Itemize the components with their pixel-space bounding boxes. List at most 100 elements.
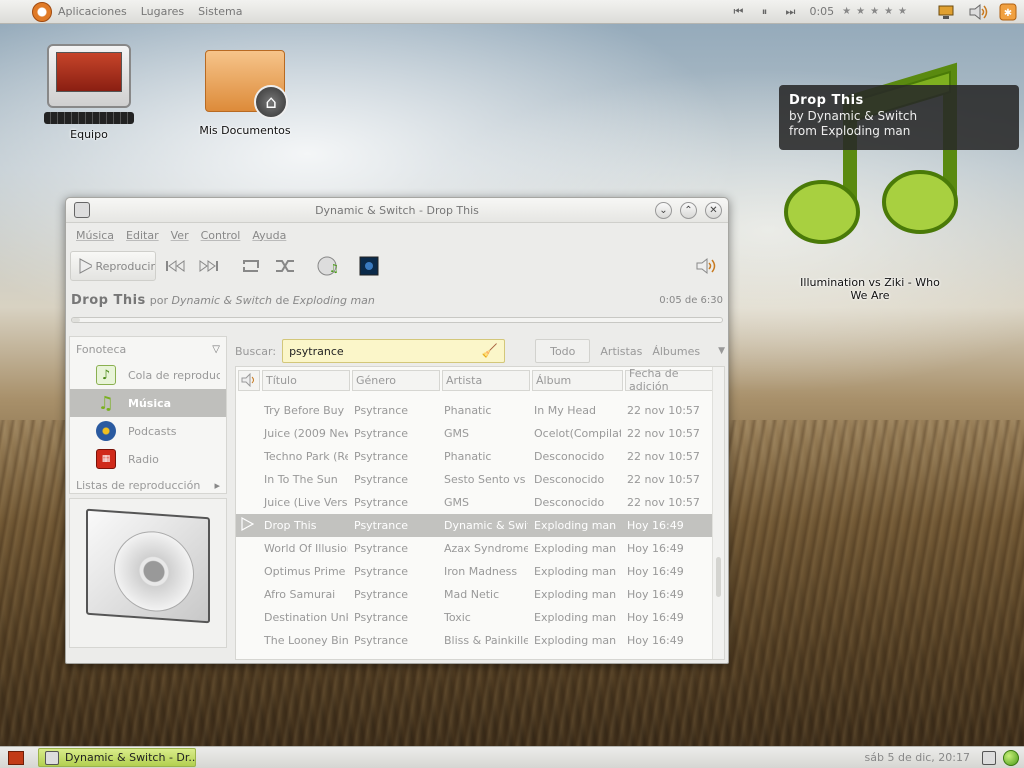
menu-lugares[interactable]: Lugares [141,5,184,18]
table-row[interactable]: Juice (2009 New Mix) Psytrance GMS Ocelot(C… [236,422,724,445]
desktop-icon-mis-documentos[interactable]: ⌂ Mis Documentos [190,50,300,137]
clear-search-icon[interactable]: 🧹 [482,344,498,359]
window-titlebar[interactable]: Dynamic & Switch - Drop This ⌄ ⌃ ✕ [66,198,728,223]
bottom-panel: Dynamic & Switch - Dr... sáb 5 de dic, 2… [0,746,1024,768]
track-genre-cell: Psytrance [354,542,409,555]
track-artist-cell: GMS [444,427,469,440]
column-header-date[interactable]: Fecha de adición [625,367,713,393]
play-button-label: Reproducir [95,259,156,273]
scrollbar-thumb[interactable] [716,557,721,597]
sidebar-item-music[interactable]: ♫ Música [70,389,226,417]
desktop-icon-label: Mis Documentos [199,124,291,137]
chevron-down-icon[interactable]: ▼ [718,346,725,356]
repeat-button[interactable] [236,252,266,280]
sidebar-header[interactable]: Fonoteca ▽ [70,337,226,361]
menu-ver[interactable]: Ver [171,229,189,242]
menu-sistema[interactable]: Sistema [198,5,242,18]
search-field[interactable]: 🧹 [282,339,506,363]
track-album-cell: Desconocido [534,450,605,463]
next-track-icon[interactable]: ⏭ [779,4,801,20]
next-button[interactable] [194,252,224,280]
menu-aplicaciones[interactable]: Aplicaciones [58,5,127,18]
table-row[interactable]: Afro Samurai Psytrance Mad Netic Exploding … [236,583,724,606]
table-row[interactable]: Drop This Psytrance Dynamic & Switch Explod… [236,514,724,537]
track-title-cell: Techno Park (Remix) [264,450,348,463]
table-row[interactable]: Optimus Prime Psytrance Iron Madness Explod… [236,560,724,583]
browse-music-button[interactable]: ♫ [312,252,342,280]
previous-track-icon[interactable]: ⏮ [727,4,749,20]
player-tray-icon[interactable] [980,749,998,767]
now-playing-by: por [149,293,169,307]
clock[interactable]: sáb 5 de dic, 20:17 [865,751,970,764]
menu-control[interactable]: Control [201,229,241,242]
menu-musica[interactable]: Música [76,229,114,242]
column-header-artist[interactable]: Artista [442,369,530,391]
visualization-button[interactable] [354,252,384,280]
track-genre-cell: Psytrance [354,634,409,647]
update-notifier-icon[interactable]: ✱ [998,3,1018,21]
track-album-cell: Exploding man [534,588,617,601]
status-green-icon[interactable] [1002,749,1020,767]
volume-icon[interactable] [968,3,988,21]
track-list: Título Género Artista Álbum Fecha de adi… [235,366,725,660]
window-volume-button[interactable] [692,252,722,280]
play-icon [79,258,92,274]
desktop-icon-equipo[interactable]: Equipo [34,44,144,141]
column-header-genre[interactable]: Género [352,369,440,391]
close-button[interactable]: ✕ [705,201,722,219]
table-row[interactable]: Juice (Live Version) Psytrance GMS Desconoc… [236,491,724,514]
track-artist-cell: Toxic [444,611,471,624]
search-input[interactable] [289,344,482,358]
maximize-button[interactable]: ⌃ [680,201,697,219]
track-artist-cell: GMS [444,496,469,509]
volume-icon [696,257,716,275]
play-button[interactable]: Reproducir [70,251,156,281]
filter-albums-button[interactable]: Álbumes [652,345,700,358]
music-disc-icon: ♫ [317,256,338,276]
table-row[interactable]: World Of Illusion Psytrance Azax Syndrome E… [236,537,724,560]
sidebar-item-radio[interactable]: ▦ Radio [70,445,226,473]
seek-bar[interactable] [71,317,723,323]
table-row[interactable]: Techno Park (Remix) Psytrance Phanatic Desc… [236,445,724,468]
now-playing-notification[interactable]: Drop This by Dynamic & Switch from Explo… [779,85,1019,150]
minimize-button[interactable]: ⌄ [655,201,672,219]
sidebar-playlists[interactable]: Listas de reproducción ▸ [70,473,226,497]
music-note-icon: ♫ [97,392,115,414]
rating-stars[interactable]: ★★★★★ [842,6,912,17]
volume-icon [241,373,254,387]
pause-icon[interactable]: ⏸ [753,4,775,20]
track-album-cell: Exploding man [534,519,617,532]
table-row[interactable]: Destination Unknown Psytrance Toxic Explodi… [236,606,724,629]
table-row[interactable]: The Looney Bin Psytrance Bliss & Painkille… [236,629,724,652]
menu-ayuda[interactable]: Ayuda [252,229,286,242]
previous-icon [166,260,185,272]
taskbar-window-button[interactable]: Dynamic & Switch - Dr... [38,748,196,767]
sidebar-item-podcasts[interactable]: Podcasts [70,417,226,445]
track-genre-cell: Psytrance [354,427,409,440]
search-label: Buscar: [235,344,277,358]
track-title-cell: Drop This [264,519,317,532]
filter-artists-button[interactable]: Artistas [600,345,642,358]
menu-editar[interactable]: Editar [126,229,159,242]
notification-artist: by Dynamic & Switch [789,109,918,123]
show-desktop-icon[interactable] [8,750,24,765]
track-list-scrollbar[interactable] [712,367,724,659]
ubuntu-logo-icon[interactable] [32,1,52,22]
column-header-album[interactable]: Álbum [532,369,623,391]
table-row[interactable]: In To The Sun Psytrance Sesto Sento vs Desc… [236,468,724,491]
previous-button[interactable] [160,252,190,280]
notification-title: Drop This [789,93,864,108]
computer-icon [47,44,131,108]
table-row[interactable]: Try Before Buy Psytrance Phanatic In My Hea… [236,399,724,422]
track-album-cell: Desconocido [534,496,605,509]
column-header-title[interactable]: Título [262,369,350,391]
track-date-cell: Hoy 16:49 [627,542,684,555]
filter-all-button[interactable]: Todo [535,339,591,363]
sidebar-header-label: Fonoteca [76,342,127,356]
svg-text:✱: ✱ [1004,8,1012,19]
shuffle-button[interactable] [270,252,300,280]
playing-column-header[interactable] [238,369,260,391]
network-icon[interactable] [936,3,956,21]
track-title-cell: In To The Sun [264,473,338,486]
sidebar-item-queue[interactable]: ♪ Cola de reproducción [70,361,226,389]
